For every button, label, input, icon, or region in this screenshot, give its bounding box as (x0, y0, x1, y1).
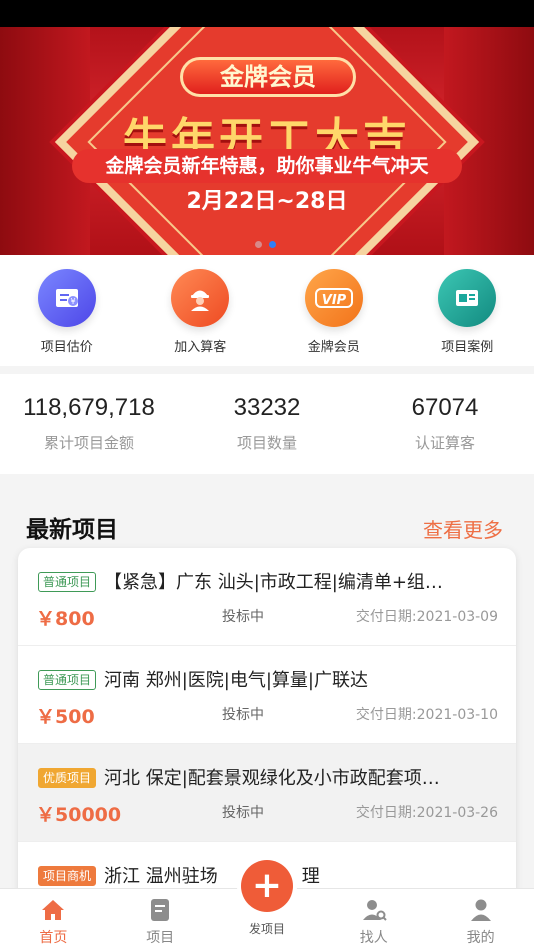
project-badge: 普通项目 (38, 670, 97, 690)
project-item[interactable]: 普通项目 河南 郑州|医院|电气|算量|广联达 ￥500 投标中 交付日期:20… (18, 646, 516, 744)
plus-icon: + (241, 860, 293, 912)
carousel-indicator (255, 233, 283, 252)
stat-label: 认证算客 (414, 434, 475, 452)
banner-subline: 金牌会员新年特惠，助你事业牛气冲天 (72, 149, 462, 183)
tab-label: 首页 (39, 930, 68, 946)
project-status: 投标中 (222, 805, 264, 821)
project-list: 普通项目 【紧急】广东 汕头|市政工程|编清单+组… ￥800 投标中 交付日期… (18, 548, 516, 908)
banner-tag: 金牌会员 (180, 57, 356, 97)
stat-project-count: 33232 项目数量 (178, 374, 356, 474)
project-delivery-date: 交付日期:2021-03-10 (355, 707, 498, 723)
project-title-text: 浙江 温州驻场 (104, 866, 218, 887)
svg-text:¥: ¥ (70, 297, 75, 306)
svg-text:VIP: VIP (322, 293, 347, 308)
invoice-icon: ¥ (37, 269, 96, 327)
quick-item-label: 项目估价 (40, 340, 93, 355)
user-icon (468, 897, 494, 923)
quick-menu: ¥ 项目估价 加入算客 VIP 金牌会员 项目案例 (0, 255, 534, 366)
project-delivery-date: 交付日期:2021-03-26 (355, 805, 498, 821)
carousel-dot-active[interactable] (269, 241, 276, 248)
stat-label: 累计项目金额 (43, 434, 134, 452)
stat-label: 项目数量 (236, 434, 297, 452)
document-icon (147, 897, 173, 923)
project-price: ￥500 (36, 706, 95, 728)
project-title: 河北 保定|配套景观绿化及小市政配套项… (104, 768, 440, 789)
tab-find-people[interactable]: 找人 (320, 889, 427, 950)
quick-item-label: 项目案例 (441, 340, 494, 355)
project-status: 投标中 (222, 609, 264, 625)
latest-projects-header: 最新项目 查看更多 (0, 490, 534, 550)
stats-panel: 118,679,718 累计项目金额 33232 项目数量 67074 认证算客 (0, 374, 534, 474)
project-title: 【紧急】广东 汕头|市政工程|编清单+组… (104, 572, 443, 593)
project-status: 投标中 (222, 707, 264, 723)
quick-item-join-estimator[interactable]: 加入算客 (134, 255, 268, 366)
stat-value: 118,679,718 (23, 394, 155, 421)
tab-mine[interactable]: 我的 (427, 889, 534, 950)
home-icon (40, 897, 66, 923)
stat-total-amount: 118,679,718 累计项目金额 (0, 374, 178, 474)
view-more-link[interactable]: 查看更多 (423, 514, 503, 543)
tab-home[interactable]: 首页 (0, 889, 107, 950)
section-title: 最新项目 (26, 517, 118, 543)
quick-item-label: 金牌会员 (307, 340, 360, 355)
find-person-icon (361, 897, 387, 923)
status-bar (0, 0, 534, 27)
quick-item-gold-member[interactable]: VIP 金牌会员 (267, 255, 401, 366)
tab-label: 我的 (466, 930, 495, 946)
project-title: 河南 郑州|医院|电气|算量|广联达 (104, 670, 368, 691)
project-title-tail: 理 (301, 866, 320, 887)
publish-button[interactable]: + (237, 856, 297, 916)
publish-label: 发项目 (248, 922, 285, 936)
stat-value: 67074 (411, 394, 479, 421)
quick-item-project-estimate[interactable]: ¥ 项目估价 (0, 255, 134, 366)
tab-label: 项目 (146, 930, 175, 946)
project-item[interactable]: 优质项目 河北 保定|配套景观绿化及小市政配套项… ￥50000 投标中 交付日… (18, 744, 516, 842)
promo-banner[interactable]: 金牌会员 牛年开工大吉 金牌会员新年特惠，助你事业牛气冲天 2月22日~28日 (0, 27, 534, 255)
project-price: ￥800 (36, 608, 95, 630)
project-item[interactable]: 普通项目 【紧急】广东 汕头|市政工程|编清单+组… ￥800 投标中 交付日期… (18, 548, 516, 646)
worker-icon (171, 269, 230, 327)
project-badge: 普通项目 (38, 572, 97, 592)
project-delivery-date: 交付日期:2021-03-09 (355, 609, 498, 625)
project-title: 浙江 温州驻场 理 (104, 862, 504, 888)
vip-icon: VIP (304, 269, 363, 327)
banner-date: 2月22日~28日 (186, 189, 348, 214)
stat-value: 33232 (233, 394, 301, 421)
tab-label: 找人 (359, 930, 388, 946)
tab-projects[interactable]: 项目 (107, 889, 214, 950)
id-card-icon (438, 269, 497, 327)
project-badge: 项目商机 (38, 866, 97, 886)
stat-certified-estimators: 67074 认证算客 (356, 374, 534, 474)
project-badge: 优质项目 (38, 768, 97, 788)
quick-item-label: 加入算客 (174, 340, 227, 355)
project-price: ￥50000 (36, 804, 122, 826)
quick-item-project-cases[interactable]: 项目案例 (401, 255, 534, 366)
carousel-dot[interactable] (255, 241, 262, 248)
